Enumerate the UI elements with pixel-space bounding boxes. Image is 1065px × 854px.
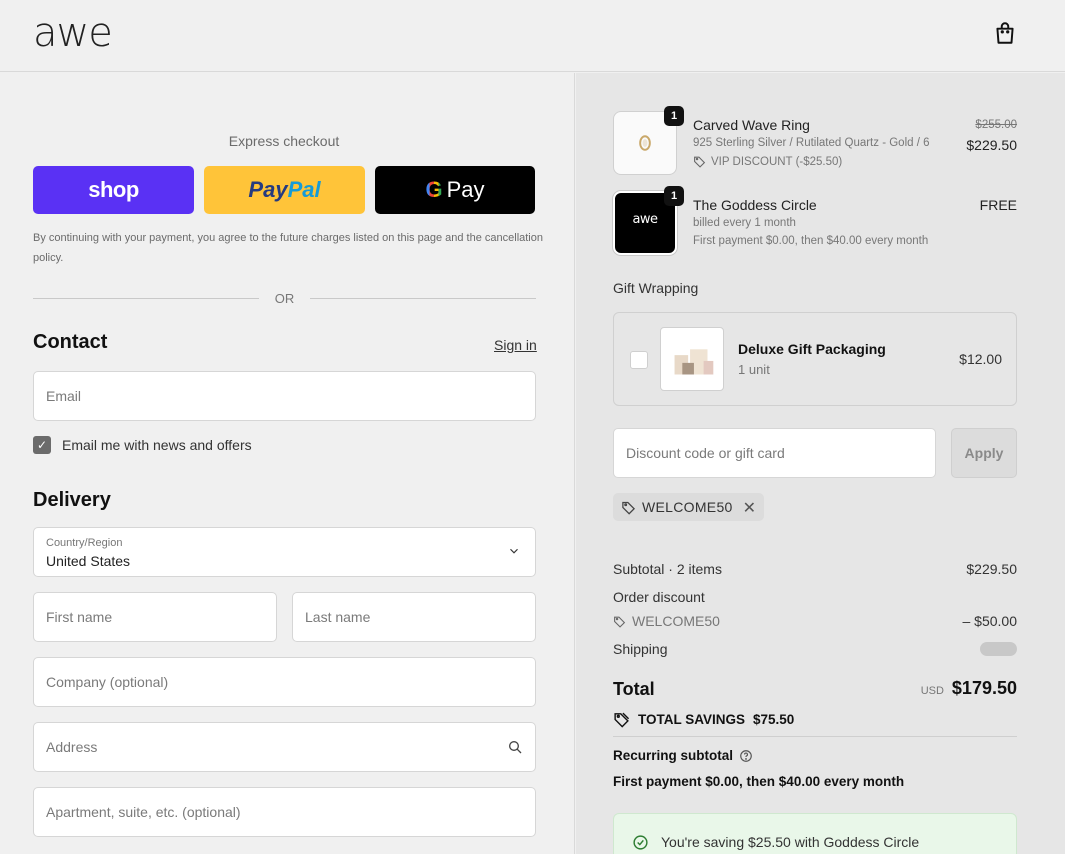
help-icon[interactable] (739, 749, 753, 763)
google-icon: G (425, 177, 443, 202)
tags-icon (614, 712, 630, 728)
address-input[interactable] (34, 723, 535, 771)
newsletter-checkbox[interactable]: ✓ (33, 436, 51, 454)
discount-code-field[interactable] (613, 428, 936, 478)
legal-notice: By continuing with your payment, you agr… (33, 232, 543, 264)
remove-discount-icon[interactable]: ✕ (743, 498, 756, 518)
savings-banner: You're saving $25.50 with Goddess Circle (613, 813, 1017, 854)
total-label: Total (613, 679, 655, 699)
header: awe (0, 0, 1065, 72)
email-input[interactable] (34, 372, 535, 420)
item-price: $229.50 (966, 137, 1017, 153)
item-name: The Goddess Circle (693, 197, 817, 213)
gift-wrapping-option[interactable]: Deluxe Gift Packaging 1 unit $12.00 (613, 312, 1017, 406)
recurring-subtotal-value: First payment $0.00, then $40.00 every m… (613, 774, 905, 789)
total-amount: $179.50 (951, 678, 1017, 698)
item-variant: 925 Sterling Silver / Rutilated Quartz -… (693, 137, 930, 149)
item-name: Carved Wave Ring (693, 117, 810, 133)
brand-logo[interactable]: awe (33, 10, 113, 56)
country-value: United States (46, 553, 131, 569)
delivery-heading: Delivery (33, 489, 111, 511)
shopping-bag-icon[interactable] (992, 20, 1018, 46)
gift-packaging-image (660, 327, 724, 391)
search-icon[interactable] (507, 739, 523, 755)
paypal-button[interactable]: Pay Pal (204, 166, 365, 214)
shipping-label: Shipping (613, 641, 668, 657)
currency-code: USD (920, 685, 944, 697)
checkout-form: Express checkout shop Pay Pal G Pay By con… (0, 73, 575, 854)
sign-in-link[interactable]: Sign in (494, 337, 537, 353)
discount-code-input[interactable] (614, 429, 935, 477)
gift-wrapping-checkbox[interactable] (630, 351, 648, 369)
recurring-subtotal-label: Recurring subtotal (613, 748, 753, 763)
item-quantity-badge: 1 (664, 186, 684, 206)
original-price: $255.00 (975, 119, 1017, 131)
gift-box-icon (674, 349, 714, 375)
total-value: USD $179.50 (921, 678, 1017, 699)
gift-wrapping-title: Gift Wrapping (613, 280, 699, 296)
company-input[interactable] (34, 658, 535, 706)
applied-discount-chip: WELCOME50 ✕ (613, 493, 764, 521)
item-price: FREE (979, 197, 1017, 213)
payment-schedule: First payment $0.00, then $40.00 every m… (693, 235, 929, 247)
newsletter-option[interactable]: ✓ Email me with news and offers (33, 436, 252, 454)
company-field[interactable] (33, 657, 536, 707)
contact-heading: Contact (33, 331, 108, 353)
last-name-field[interactable] (292, 592, 536, 642)
total-savings: TOTAL SAVINGS $75.50 (613, 711, 794, 728)
item-quantity-badge: 1 (664, 106, 684, 126)
tag-icon (622, 501, 636, 515)
tag-icon (694, 156, 706, 168)
shop-pay-button[interactable]: shop (33, 166, 194, 214)
first-name-field[interactable] (33, 592, 277, 642)
check-circle-icon (633, 835, 648, 850)
tag-icon (614, 616, 626, 628)
newsletter-label: Email me with news and offers (62, 437, 252, 453)
email-field[interactable] (33, 371, 536, 421)
apartment-input[interactable] (34, 788, 535, 836)
apartment-field[interactable] (33, 787, 536, 837)
shipping-value-placeholder (980, 642, 1017, 656)
chevron-down-icon (510, 548, 518, 554)
order-discount-code: WELCOME50 (613, 613, 720, 629)
last-name-input[interactable] (293, 593, 535, 641)
item-discount: VIP DISCOUNT (-$25.50) (693, 155, 842, 168)
gift-packaging-name: Deluxe Gift Packaging (738, 341, 886, 357)
subtotal-value: $229.50 (966, 561, 1017, 577)
order-discount-value: – $50.00 (962, 613, 1018, 629)
gift-packaging-unit: 1 unit (738, 362, 770, 377)
first-name-input[interactable] (34, 593, 276, 641)
google-pay-button[interactable]: G Pay (375, 166, 535, 214)
or-divider: OR (33, 291, 536, 306)
express-checkout-title: Express checkout (228, 133, 340, 149)
country-label: Country/Region (46, 537, 123, 549)
apply-discount-button[interactable]: Apply (951, 428, 1017, 478)
subtotal-label: Subtotal · 2 items (613, 561, 722, 577)
summary-divider (613, 736, 1017, 737)
country-select[interactable]: Country/Region United States (33, 527, 536, 577)
order-discount-label: Order discount (613, 589, 705, 605)
gift-packaging-price: $12.00 (959, 351, 1002, 367)
order-summary: 1 Carved Wave Ring 925 Sterling Silver /… (576, 73, 1065, 854)
address-field[interactable] (33, 722, 536, 772)
billing-frequency: billed every 1 month (693, 217, 796, 229)
